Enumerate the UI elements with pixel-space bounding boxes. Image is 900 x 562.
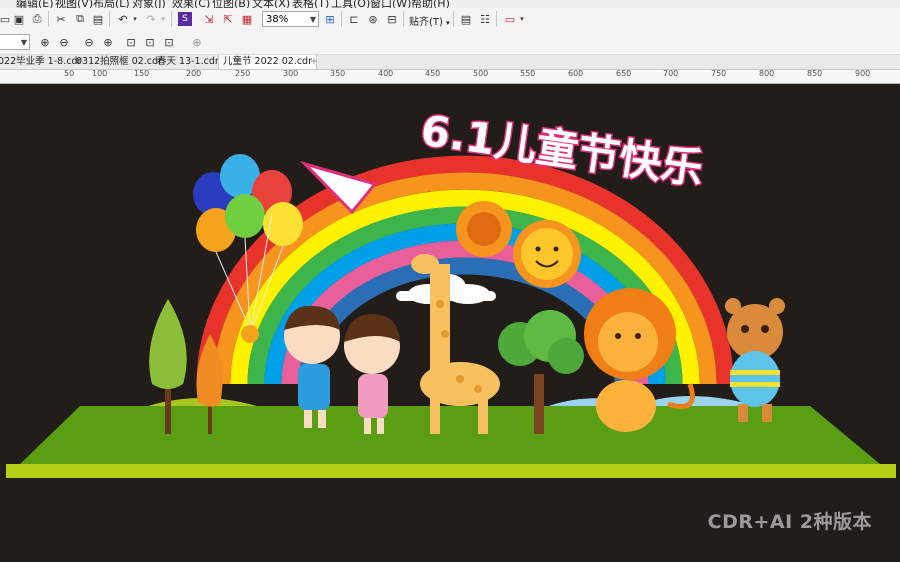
ruler-number: 300 — [283, 69, 299, 78]
ruler-number: 50 — [64, 69, 75, 78]
print-icon[interactable]: ⎙ — [30, 12, 44, 26]
publish-pdf-icon[interactable]: ▦ — [240, 12, 254, 26]
ground-front-edge — [6, 464, 896, 478]
paste-icon[interactable]: ▤ — [91, 12, 105, 26]
zoom-all-objects-icon[interactable]: ⊕ — [101, 35, 115, 49]
menu-window[interactable]: 窗口(W) — [370, 0, 411, 8]
standard-toolbar: ▭ ▣ ⎙ ✂ ⧉ ▤ ↶ ▾ ↷ ▾ S ⇲ ⇱ ▦ 38% ▼ ⊞ ⊏ ⊛ … — [0, 8, 900, 31]
drawing-canvas[interactable]: 6.1儿童节快乐 CDR+AI 2种版本 — [0, 84, 900, 558]
save-icon[interactable]: ▣ — [12, 12, 26, 26]
tab-label: 儿童节 2022 02.cdr — [223, 56, 312, 67]
snap-to-label: 贴齐(T) — [409, 17, 443, 28]
sun-icon — [513, 220, 581, 288]
zoom-page-height-icon[interactable]: ⊡ — [162, 35, 176, 49]
chevron-down-icon: ▾ — [446, 19, 450, 27]
show-guidelines-icon[interactable]: ⊟ — [385, 12, 399, 26]
zoom-page-icon[interactable]: ⊡ — [124, 35, 138, 49]
zoom-out-icon[interactable]: ⊖ — [57, 35, 71, 49]
copy-icon[interactable]: ⧉ — [73, 12, 87, 26]
menu-help[interactable]: 帮助(H) — [411, 0, 450, 8]
add-icon[interactable]: ⊕ — [190, 35, 204, 49]
horizontal-ruler[interactable]: 50 100 150 200 250 300 350 400 450 500 5… — [0, 69, 900, 84]
ruler-number: 350 — [330, 69, 346, 78]
application-launcher-icon[interactable]: ☷ — [478, 12, 492, 26]
toolbar-separator — [341, 11, 342, 27]
grass-ground — [20, 406, 880, 464]
undo-dropdown-icon[interactable]: ▾ — [128, 12, 142, 26]
tab-document-4[interactable]: 儿童节 2022 02.cdr — [218, 55, 317, 69]
document-tab-bar: 022毕业季 1-8.cdr 0312拍照框 02.cdr 春天 13-1.cd… — [0, 55, 900, 70]
menu-tools[interactable]: 工具(O) — [331, 0, 370, 8]
tab-document-2[interactable]: 0312拍照框 02.cdr — [72, 55, 166, 69]
ruler-number: 550 — [520, 69, 536, 78]
ruler-number: 850 — [807, 69, 823, 78]
tab-label: 0312拍照框 02.cdr — [76, 56, 162, 67]
chevron-down-icon[interactable]: ▾ — [515, 12, 529, 26]
ruler-number: 250 — [235, 69, 251, 78]
toolbar-separator — [171, 11, 172, 27]
ruler-number: 200 — [186, 69, 202, 78]
menu-bar: 编辑(E) 视图(V) 布局(L) 对象(J) 效果(C) 位图(B) 文本(X… — [0, 0, 900, 8]
sunflower-icon — [456, 201, 512, 257]
version-watermark: CDR+AI 2种版本 — [707, 511, 872, 533]
menu-view[interactable]: 视图(V) — [55, 0, 93, 8]
chevron-down-icon: ▼ — [309, 15, 316, 24]
ruler-number: 900 — [855, 69, 871, 78]
add-tab-button[interactable]: + — [306, 55, 322, 69]
full-screen-preview-icon[interactable]: ⊞ — [323, 12, 337, 26]
chevron-down-icon: ▼ — [20, 38, 27, 47]
tab-label: 022毕业季 1-8.cdr — [0, 56, 82, 67]
artwork-canvas[interactable]: 6.1儿童节快乐 — [0, 84, 900, 558]
zoom-selected-icon[interactable]: ⊖ — [82, 35, 96, 49]
export-icon[interactable]: ⇱ — [221, 12, 235, 26]
toolbar-separator — [109, 11, 110, 27]
toolbar-separator — [496, 11, 497, 27]
snap-to-button[interactable]: 贴齐(T) ▾ — [409, 13, 450, 28]
menu-edit[interactable]: 编辑(E) — [16, 0, 54, 8]
plus-icon: + — [310, 56, 318, 67]
menu-layout[interactable]: 布局(L) — [93, 0, 130, 8]
tab-document-3[interactable]: 春天 13-1.cdr — [153, 55, 223, 69]
new-document-icon[interactable]: ▭ — [0, 12, 12, 26]
toolbar-separator — [453, 11, 454, 27]
show-rulers-icon[interactable]: ⊏ — [347, 12, 361, 26]
tab-label: 春天 13-1.cdr — [157, 56, 219, 67]
ruler-number: 800 — [759, 69, 775, 78]
ruler-number: 100 — [92, 69, 108, 78]
zoom-level-select[interactable]: 38% ▼ — [262, 11, 319, 27]
ruler-number: 700 — [663, 69, 679, 78]
redo-dropdown-icon[interactable]: ▾ — [156, 12, 170, 26]
show-grid-icon[interactable]: ⊛ — [366, 12, 380, 26]
ruler-number: 750 — [711, 69, 727, 78]
zoom-level-value: 38% — [266, 14, 289, 25]
import-icon[interactable]: ⇲ — [202, 12, 216, 26]
zoom-in-icon[interactable]: ⊕ — [38, 35, 52, 49]
menu-text[interactable]: 文本(X) — [252, 0, 290, 8]
ruler-number: 600 — [568, 69, 584, 78]
cut-icon[interactable]: ✂ — [54, 12, 68, 26]
property-bar: ▼ ⊕ ⊖ ⊖ ⊕ ⊡ ⊡ ⊡ ⊕ — [0, 30, 900, 55]
toolbar-separator — [403, 11, 404, 27]
menu-object[interactable]: 对象(J) — [132, 0, 166, 8]
menu-table[interactable]: 表格(T) — [292, 0, 329, 8]
ruler-number: 500 — [473, 69, 489, 78]
search-content-icon[interactable]: S — [178, 12, 192, 26]
toolbar-separator — [48, 11, 49, 27]
menu-effects[interactable]: 效果(C) — [172, 0, 210, 8]
options-icon[interactable]: ▤ — [459, 12, 473, 26]
ruler-number: 650 — [616, 69, 632, 78]
ruler-number: 400 — [378, 69, 394, 78]
property-select[interactable]: ▼ — [0, 34, 30, 50]
zoom-page-width-icon[interactable]: ⊡ — [143, 35, 157, 49]
ruler-number: 450 — [425, 69, 441, 78]
menu-bitmaps[interactable]: 位图(B) — [212, 0, 250, 8]
ruler-number: 150 — [134, 69, 150, 78]
